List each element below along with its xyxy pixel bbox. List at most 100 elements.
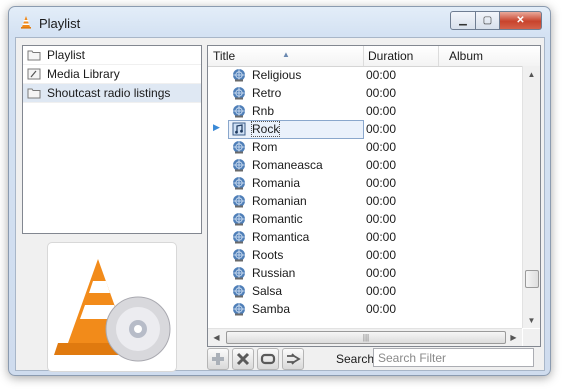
playlist-table: Title ▲ Duration Album Religious 00:00 Ret… xyxy=(207,45,541,347)
sidebar-item-playlist[interactable]: Playlist xyxy=(23,46,201,65)
row-title: Romantic xyxy=(252,212,303,226)
table-row[interactable]: Romaneasca 00:00 xyxy=(208,156,522,174)
window-title: Playlist xyxy=(39,16,81,31)
shuffle-button[interactable] xyxy=(282,348,304,370)
sidebar: Playlist Media Library Shoutcast radio l… xyxy=(22,45,202,234)
music-note-icon xyxy=(232,122,246,136)
row-title: Rock xyxy=(250,121,281,137)
add-button[interactable] xyxy=(207,348,229,370)
maximize-button[interactable]: ▢ xyxy=(476,11,500,30)
globe-icon xyxy=(233,159,245,172)
row-duration: 00:00 xyxy=(366,212,397,226)
column-header-album[interactable]: Album xyxy=(444,46,539,66)
loop-button[interactable] xyxy=(257,348,279,370)
globe-icon xyxy=(233,249,245,262)
sidebar-item-media-library[interactable]: Media Library xyxy=(23,65,201,84)
library-icon xyxy=(27,68,41,80)
globe-icon xyxy=(233,285,245,298)
table-row[interactable]: Rom 00:00 xyxy=(208,138,522,156)
table-row[interactable]: Salsa 00:00 xyxy=(208,282,522,300)
remove-icon xyxy=(236,352,250,366)
row-title: Retro xyxy=(252,86,282,100)
row-duration: 00:00 xyxy=(366,248,397,262)
table-row[interactable]: Romantic 00:00 xyxy=(208,210,522,228)
hscroll-thumb[interactable]: ||| xyxy=(226,331,506,344)
row-duration: 00:00 xyxy=(366,158,397,172)
playlist-client: Playlist Media Library Shoutcast radio l… xyxy=(15,37,545,372)
row-duration: 00:00 xyxy=(366,284,397,298)
vertical-scrollbar[interactable]: ▲ ▼ xyxy=(522,66,540,328)
row-duration: 00:00 xyxy=(366,176,397,190)
table-row[interactable]: ▶ Rock 00:00 xyxy=(208,120,522,139)
row-duration: 00:00 xyxy=(366,122,397,136)
table-row[interactable]: Romantica 00:00 xyxy=(208,228,522,246)
table-row[interactable]: Samba 00:00 xyxy=(208,300,522,318)
row-duration: 00:00 xyxy=(366,194,397,208)
column-header-duration[interactable]: Duration xyxy=(363,46,439,66)
row-title: Romania xyxy=(252,176,301,190)
sidebar-item-label: Shoutcast radio listings xyxy=(47,86,171,100)
vlc-cone-icon xyxy=(21,16,31,29)
sidebar-item-label: Media Library xyxy=(47,67,120,81)
table-rows: Religious 00:00 Retro 00:00 Rnb 00:00 ▶ Rock 00:… xyxy=(208,66,522,318)
globe-icon xyxy=(233,195,245,208)
remove-button[interactable] xyxy=(232,348,254,370)
globe-icon xyxy=(233,105,245,118)
title-bar[interactable]: Playlist ▁ ▢ ✕ xyxy=(9,7,550,37)
scroll-left-icon[interactable]: ◀ xyxy=(208,329,225,345)
globe-icon xyxy=(233,267,245,280)
globe-icon xyxy=(233,177,245,190)
table-row[interactable]: Russian 00:00 xyxy=(208,264,522,282)
window-controls: ▁ ▢ ✕ xyxy=(450,11,542,30)
row-duration: 00:00 xyxy=(366,266,397,280)
minimize-icon: ▁ xyxy=(459,15,467,26)
shuffle-icon xyxy=(287,353,301,365)
sort-ascending-icon: ▲ xyxy=(282,50,290,59)
globe-icon xyxy=(233,231,245,244)
scroll-corner xyxy=(523,329,540,346)
album-art xyxy=(47,242,177,372)
globe-icon xyxy=(233,69,245,82)
horizontal-scrollbar[interactable]: ◀ ||| ▶ xyxy=(208,328,522,346)
scroll-down-icon[interactable]: ▼ xyxy=(523,312,540,328)
row-title: Samba xyxy=(252,302,291,316)
vlc-logo-icon xyxy=(54,259,171,362)
folder-icon xyxy=(27,50,41,61)
search-label: Search xyxy=(336,352,375,366)
row-title: Religious xyxy=(252,68,302,82)
globe-icon xyxy=(233,303,245,316)
maximize-icon: ▢ xyxy=(482,15,493,26)
row-duration: 00:00 xyxy=(366,230,397,244)
search-input[interactable] xyxy=(373,348,534,367)
scroll-thumb[interactable] xyxy=(525,270,539,288)
row-title: Romanian xyxy=(252,194,307,208)
table-row[interactable]: Roots 00:00 xyxy=(208,246,522,264)
row-duration: 00:00 xyxy=(366,104,397,118)
close-button[interactable]: ✕ xyxy=(500,11,542,30)
minimize-button[interactable]: ▁ xyxy=(450,11,476,30)
table-row[interactable]: Romania 00:00 xyxy=(208,174,522,192)
row-duration: 00:00 xyxy=(366,86,397,100)
table-row[interactable]: Retro 00:00 xyxy=(208,84,522,102)
column-label: Album xyxy=(449,49,484,63)
now-playing-icon: ▶ xyxy=(213,122,220,132)
column-header-title[interactable]: Title ▲ xyxy=(208,46,364,66)
sidebar-item-label: Playlist xyxy=(47,48,86,62)
close-icon: ✕ xyxy=(516,15,525,26)
folder-icon xyxy=(27,88,41,99)
row-title: Roots xyxy=(252,248,284,262)
loop-icon xyxy=(260,353,276,365)
column-label: Title xyxy=(213,49,236,63)
globe-icon xyxy=(233,141,245,154)
sidebar-item-shoutcast[interactable]: Shoutcast radio listings xyxy=(23,84,201,103)
row-title: Rnb xyxy=(252,104,275,118)
table-row[interactable]: Rnb 00:00 xyxy=(208,102,522,120)
row-duration: 00:00 xyxy=(366,140,397,154)
table-row[interactable]: Religious 00:00 xyxy=(208,66,522,84)
column-label: Duration xyxy=(368,49,414,63)
row-title: Romaneasca xyxy=(252,158,323,172)
scroll-right-icon[interactable]: ▶ xyxy=(505,329,522,345)
globe-icon xyxy=(233,87,245,100)
table-row[interactable]: Romanian 00:00 xyxy=(208,192,522,210)
scroll-up-icon[interactable]: ▲ xyxy=(523,66,540,82)
